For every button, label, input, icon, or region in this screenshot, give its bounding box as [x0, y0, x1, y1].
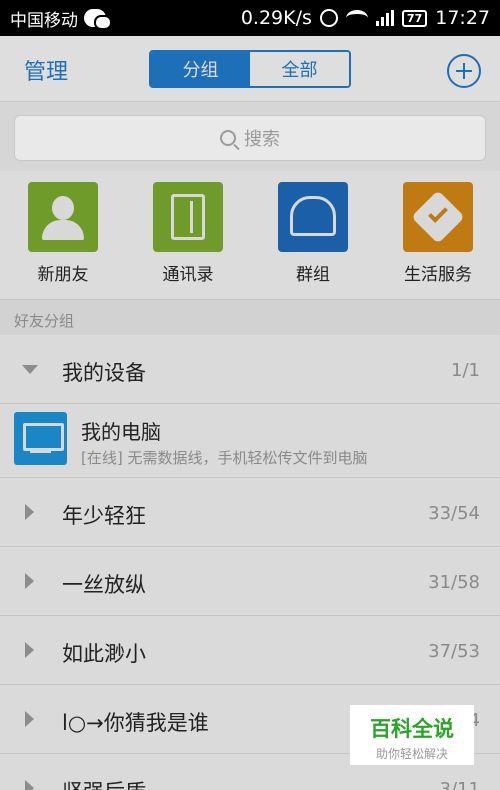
device-title: 我的电脑: [81, 420, 161, 444]
quick-new-friend[interactable]: 新朋友: [8, 182, 118, 285]
signal-icon: [375, 10, 394, 26]
group-name: 如此渺小: [62, 642, 146, 666]
wechat-icon: [84, 9, 112, 30]
search-input[interactable]: 搜索: [14, 115, 486, 161]
group-count: 37/53: [428, 641, 480, 662]
collapsed-arrow-icon: [25, 711, 34, 727]
collapsed-arrow-icon: [25, 504, 34, 520]
carrier-name: 中国移动: [10, 10, 78, 31]
carrier-info: 中国移动: [10, 6, 112, 31]
quick-label: 新朋友: [37, 265, 89, 285]
search-icon: [220, 130, 236, 146]
collapsed-arrow-icon: [25, 642, 34, 658]
group-row[interactable]: 年少轻狂 33/54: [0, 478, 500, 547]
group-count: 3/11: [439, 779, 480, 790]
clock: 17:27: [435, 7, 490, 29]
status-right: 0.29K/s 77 17:27: [241, 7, 490, 29]
quick-groups[interactable]: 群组: [258, 182, 368, 285]
add-icon[interactable]: [447, 54, 481, 88]
device-row-my-computer[interactable]: 我的电脑 [在线] 无需数据线，手机轻松传文件到电脑: [0, 404, 500, 478]
group-count: 33/54: [428, 503, 480, 524]
quick-life-service[interactable]: 生活服务: [383, 182, 493, 285]
group-name: 年少轻狂: [62, 504, 146, 528]
expanded-arrow-icon: [22, 365, 38, 374]
quick-label: 通讯录: [162, 265, 214, 285]
group-count: 31/58: [428, 572, 480, 593]
tab-groups[interactable]: 分组: [151, 52, 250, 86]
group-row[interactable]: 如此渺小 37/53: [0, 616, 500, 685]
group-count: 1/1: [451, 360, 480, 381]
battery-icon: 77: [401, 9, 428, 27]
quick-contacts[interactable]: 通讯录: [133, 182, 243, 285]
watermark-title: 百科全说: [370, 717, 454, 741]
contacts-book-icon: [153, 182, 223, 252]
group-icon: [278, 182, 348, 252]
group-name: 一丝放纵: [62, 573, 146, 597]
view-segmented-control: 分组 全部: [149, 50, 351, 88]
section-title: 好友分组: [0, 299, 500, 335]
manage-button[interactable]: 管理: [24, 54, 68, 86]
life-service-icon: [403, 182, 473, 252]
device-status: [在线] 无需数据线，手机轻松传文件到电脑: [81, 449, 368, 467]
group-row[interactable]: 一丝放纵 31/58: [0, 547, 500, 616]
search-area: 搜索: [0, 103, 500, 171]
quick-actions: 新朋友 通讯录 群组 生活服务: [0, 171, 500, 299]
group-name: 我的设备: [62, 361, 146, 385]
status-bar: 中国移动 0.29K/s 77 17:27: [0, 0, 500, 36]
watermark: 百科全说 助你轻松解决: [350, 705, 474, 765]
new-friend-icon: [28, 182, 98, 252]
watermark-subtitle: 助你轻松解决: [375, 747, 448, 761]
collapsed-arrow-icon: [25, 573, 34, 589]
search-placeholder: 搜索: [244, 129, 280, 150]
collapsed-arrow-icon: [25, 780, 34, 790]
alarm-icon: [319, 9, 338, 27]
group-row-my-devices[interactable]: 我的设备 1/1: [0, 335, 500, 404]
tab-all[interactable]: 全部: [250, 52, 349, 86]
top-bar: 管理 分组 全部: [0, 36, 500, 102]
quick-label: 群组: [296, 265, 330, 285]
network-speed: 0.29K/s: [240, 7, 312, 29]
wifi-icon: [345, 10, 368, 26]
group-name: l○→你猜我是谁: [62, 711, 209, 735]
quick-label: 生活服务: [404, 265, 472, 285]
computer-icon: [14, 412, 67, 465]
group-name: 坚强后盾: [62, 776, 146, 790]
